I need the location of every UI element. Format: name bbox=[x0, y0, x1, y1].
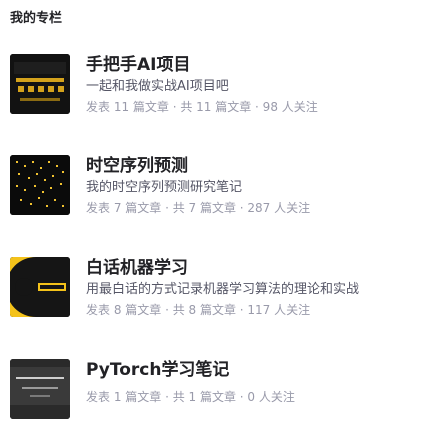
column-title[interactable]: 手把手AI项目 bbox=[86, 54, 430, 76]
column-item[interactable]: 时空序列预测 我的时空序列预测研究笔记 发表 7 篇文章 · 共 7 篇文章 ·… bbox=[10, 155, 430, 225]
column-stats: 发表 7 篇文章 · 共 7 篇文章 · 287 人关注 bbox=[86, 201, 311, 215]
column-title[interactable]: 白话机器学习 bbox=[86, 257, 430, 279]
column-item[interactable]: PyTorch学习笔记 发表 1 篇文章 · 共 1 篇文章 · 0 人关注 bbox=[10, 359, 430, 429]
column-stats: 发表 8 篇文章 · 共 8 篇文章 · 117 人关注 bbox=[86, 303, 311, 317]
column-cover-image[interactable] bbox=[10, 359, 70, 419]
column-description: 我的时空序列预测研究笔记 bbox=[86, 180, 243, 195]
column-title[interactable]: 时空序列预测 bbox=[86, 155, 430, 177]
column-description: 一起和我做实战AI项目吧 bbox=[86, 79, 229, 94]
column-cover-image[interactable] bbox=[10, 257, 70, 317]
column-cover-image[interactable] bbox=[10, 54, 70, 114]
column-stats: 发表 11 篇文章 · 共 11 篇文章 · 98 人关注 bbox=[86, 100, 318, 114]
section-title: 我的专栏 bbox=[10, 11, 63, 26]
column-title[interactable]: PyTorch学习笔记 bbox=[86, 359, 430, 381]
column-item[interactable]: 白话机器学习 用最白话的方式记录机器学习算法的理论和实战 发表 8 篇文章 · … bbox=[10, 257, 430, 327]
column-item[interactable]: 手把手AI项目 一起和我做实战AI项目吧 发表 11 篇文章 · 共 11 篇文… bbox=[10, 54, 430, 124]
column-cover-image[interactable] bbox=[10, 155, 70, 215]
column-stats: 发表 1 篇文章 · 共 1 篇文章 · 0 人关注 bbox=[86, 390, 295, 404]
column-description: 用最白话的方式记录机器学习算法的理论和实战 bbox=[86, 282, 360, 297]
